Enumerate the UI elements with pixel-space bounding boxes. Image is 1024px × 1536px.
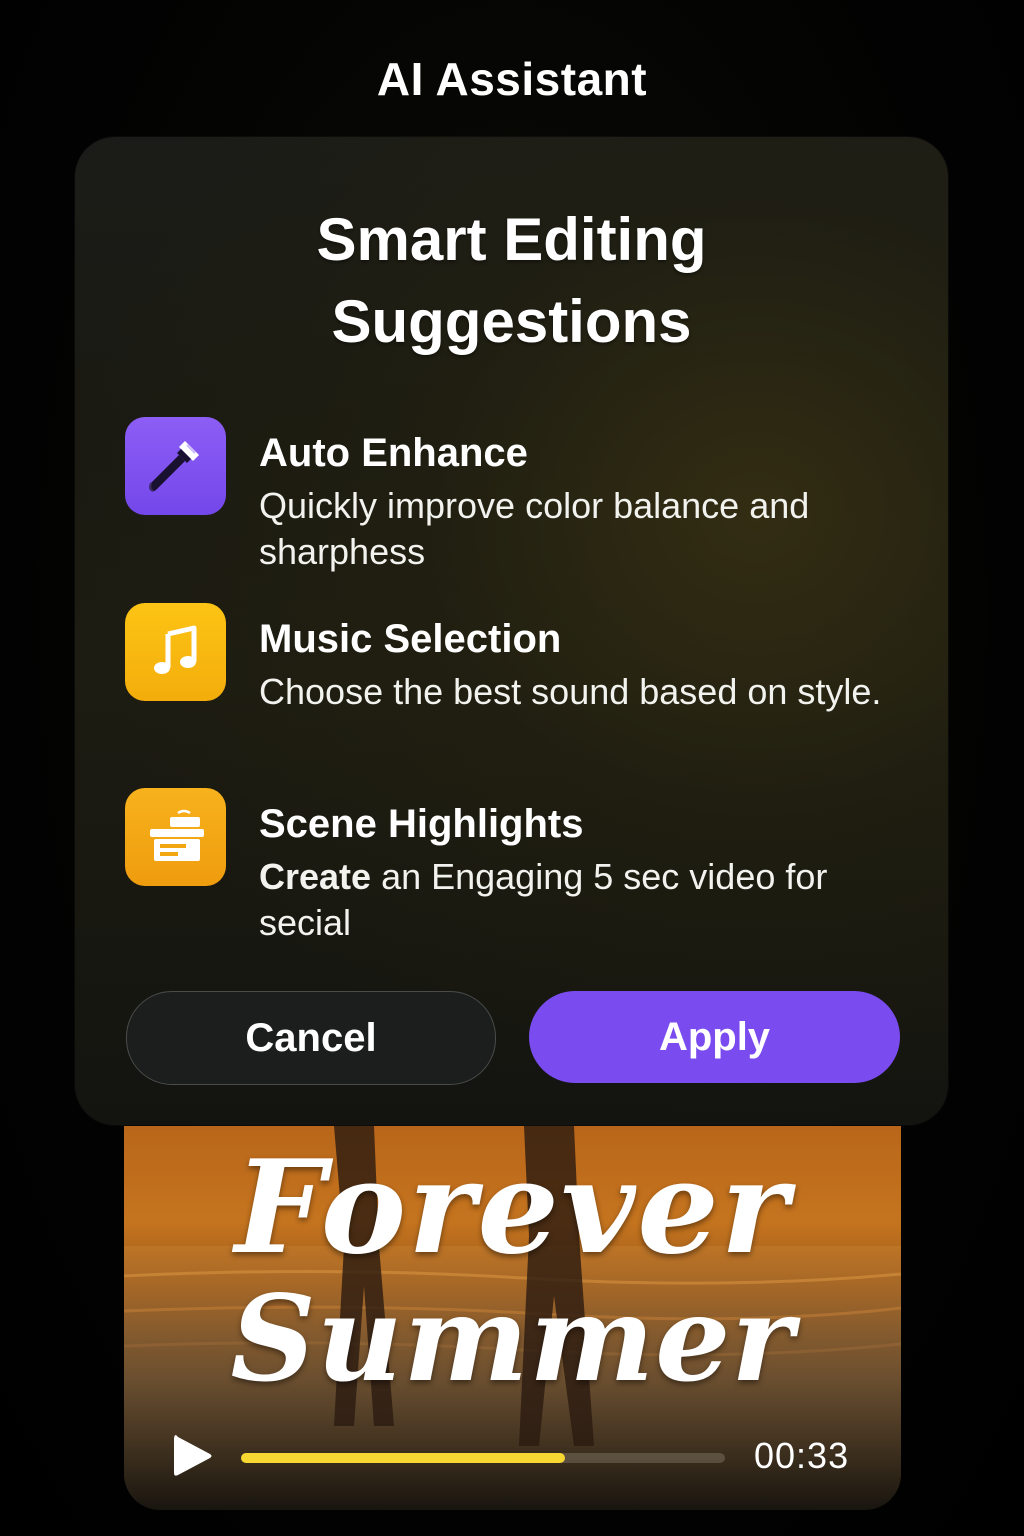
suggestion-description: Quickly improve color balance and sharph…: [259, 485, 810, 572]
suggestion-title: Music Selection: [259, 617, 562, 661]
suggestion-title: Auto Enhance: [259, 431, 528, 475]
music-note-icon: [125, 603, 226, 701]
suggestion-scene-highlights[interactable]: Scene Highlights Create an Engaging 5 se…: [125, 788, 905, 958]
scene-highlights-icon: [125, 788, 226, 886]
cancel-button[interactable]: Cancel: [126, 991, 496, 1085]
paintbrush-icon: [125, 417, 226, 515]
apply-button[interactable]: Apply: [529, 991, 900, 1083]
play-icon[interactable]: [168, 1431, 218, 1481]
video-title-line1: Forever: [234, 1133, 791, 1283]
dialog-title: Smart Editing Suggestions: [75, 199, 948, 363]
suggestion-description: Choose the best sound based on style.: [259, 671, 882, 712]
suggestions-dialog: Smart Editing Suggestions Auto Enhance Q…: [75, 137, 948, 1125]
suggestion-description: Create an Engaging 5 sec video for secia…: [259, 854, 899, 946]
video-preview[interactable]: Forever Summer 00:33: [124, 1126, 901, 1510]
progress-track[interactable]: [241, 1453, 725, 1463]
dialog-title-line2: Suggestions: [331, 288, 692, 355]
suggestion-auto-enhance[interactable]: Auto Enhance Quickly improve color balan…: [125, 417, 905, 587]
time-readout: 00:33: [754, 1435, 850, 1476]
page-title: AI Assistant: [376, 53, 648, 105]
suggestion-title: Scene Highlights: [259, 802, 584, 846]
video-title-line2: Summer: [230, 1269, 795, 1408]
progress-fill: [241, 1453, 566, 1463]
dialog-title-line1: Smart Editing: [316, 206, 707, 273]
suggestion-description-bold: Create: [259, 856, 372, 897]
suggestion-music-selection[interactable]: Music Selection Choose the best sound ba…: [125, 603, 905, 773]
